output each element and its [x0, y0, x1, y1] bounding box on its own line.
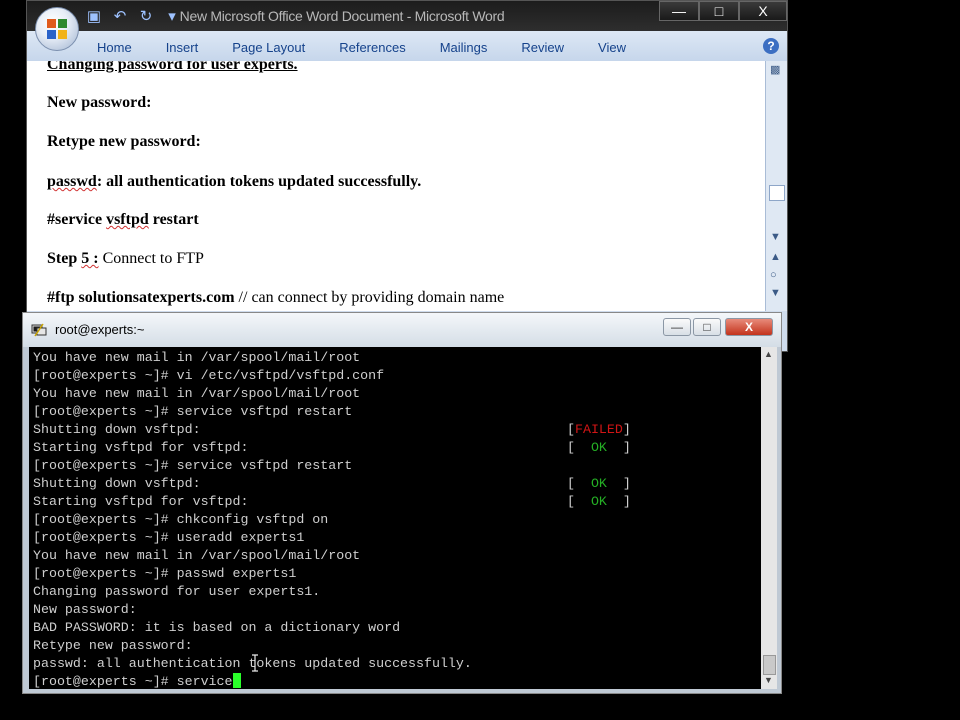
scroll-up-arrow-icon[interactable]: ▲ — [764, 349, 773, 359]
scroll-down-arrow-icon[interactable]: ▼ — [764, 675, 773, 685]
tab-page-layout[interactable]: Page Layout — [232, 40, 305, 55]
doc-line: Retype new password: — [47, 133, 201, 150]
terminal-line: [root@experts ~]# service vsftpd restart — [33, 458, 353, 473]
tab-home[interactable]: Home — [97, 40, 132, 55]
doc-word: 5 : — [81, 250, 99, 267]
word-titlebar[interactable]: ▣ ↶ ↻ ▾ New Microsoft Office Word Docume… — [27, 1, 787, 31]
doc-comment: // can connect by providing domain name — [234, 289, 505, 306]
doc-word: vsftpd — [106, 211, 149, 228]
doc-text: : all authentication tokens updated succ… — [96, 173, 422, 190]
doc-text: restart — [148, 211, 199, 228]
status-ok: [ OK ] — [567, 440, 631, 455]
status-failed: [FAILED] — [567, 422, 631, 437]
terminal-line: [root@experts ~]# vi /etc/vsftpd/vsftpd.… — [33, 368, 385, 383]
terminal-scrollbar[interactable]: ▲ ▼ — [761, 347, 777, 689]
terminal-line: Shutting down vsftpd: — [33, 476, 201, 491]
doc-line: New password: — [47, 94, 152, 111]
maximize-button[interactable]: □ — [693, 318, 721, 336]
doc-line: #ftp solutionsatexperts.com // can conne… — [47, 289, 504, 307]
terminal-line: [root@experts ~]# passwd experts1 — [33, 566, 297, 581]
tab-references[interactable]: References — [339, 40, 405, 55]
terminal-line: Shutting down vsftpd: — [33, 422, 201, 437]
doc-text: #ftp solutionsatexperts.com — [47, 289, 235, 306]
tab-mailings[interactable]: Mailings — [440, 40, 488, 55]
previous-page-icon[interactable]: ▲ — [770, 251, 781, 263]
terminal-line: Changing password for user experts1. — [33, 584, 321, 599]
terminal-line: New password: — [33, 602, 137, 617]
terminal-window: root@experts:~ — □ X You have new mail i… — [22, 312, 782, 694]
next-page-icon[interactable]: ▼ — [770, 287, 781, 299]
putty-icon — [31, 323, 47, 337]
mouse-ibeam-cursor-icon — [252, 654, 258, 672]
tab-review[interactable]: Review — [521, 40, 564, 55]
terminal-line: [root@experts ~]# useradd experts1 — [33, 530, 305, 545]
close-button[interactable]: X — [725, 318, 773, 336]
status-ok: [ OK ] — [567, 494, 631, 509]
terminal-line: Starting vsftpd for vsftpd: — [33, 494, 249, 509]
ribbon-tabs-bar: Home Insert Page Layout References Maili… — [27, 31, 787, 62]
tab-insert[interactable]: Insert — [166, 40, 199, 55]
terminal-line: BAD PASSWORD: it is based on a dictionar… — [33, 620, 401, 635]
terminal-line: [root@experts ~]# chkconfig vsftpd on — [33, 512, 329, 527]
terminal-line: You have new mail in /var/spool/mail/roo… — [33, 350, 361, 365]
close-button[interactable]: X — [739, 1, 787, 21]
office-logo-icon — [47, 19, 67, 39]
minimize-button[interactable]: — — [659, 1, 699, 21]
doc-text: #service — [47, 211, 107, 228]
status-ok: [ OK ] — [567, 476, 631, 491]
terminal-line: You have new mail in /var/spool/mail/roo… — [33, 386, 361, 401]
terminal-line: You have new mail in /var/spool/mail/roo… — [33, 548, 361, 563]
tab-view[interactable]: View — [598, 40, 626, 55]
doc-word: passwd — [47, 173, 97, 190]
terminal-titlebar[interactable]: root@experts:~ — □ X — [23, 313, 781, 347]
doc-line: passwd: all authentication tokens update… — [47, 173, 421, 191]
scroll-thumb[interactable] — [763, 655, 776, 675]
doc-line: Step 5 : Connect to FTP — [47, 250, 204, 268]
doc-text: Connect to FTP — [98, 250, 204, 267]
terminal-line: Starting vsftpd for vsftpd: — [33, 440, 249, 455]
window-title: New Microsoft Office Word Document - Mic… — [179, 8, 505, 24]
word-window: ▣ ↶ ↻ ▾ New Microsoft Office Word Docume… — [26, 0, 788, 352]
terminal-line: [root@experts ~]# service vsftpd restart — [33, 404, 353, 419]
doc-line: #service vsftpd restart — [47, 211, 199, 229]
maximize-button[interactable]: □ — [699, 1, 739, 21]
scroll-down-arrow-icon[interactable]: ▼ — [770, 231, 781, 243]
doc-text: Step — [47, 250, 82, 267]
document-page[interactable]: Changing password for user experts. New … — [27, 61, 765, 311]
scroll-thumb[interactable] — [769, 185, 785, 201]
help-icon[interactable]: ? — [763, 38, 779, 54]
minimize-button[interactable]: — — [663, 318, 691, 336]
terminal-screen[interactable]: You have new mail in /var/spool/mail/roo… — [29, 347, 761, 689]
ruler-toggle-icon[interactable]: ▩ — [770, 63, 780, 76]
terminal-prompt-line[interactable]: [root@experts ~]# service — [33, 673, 241, 689]
terminal-title: root@experts:~ — [55, 322, 145, 337]
terminal-prompt: [root@experts ~]# service — [33, 674, 233, 689]
vertical-scrollbar[interactable]: ▩ ▼ ▲ ○ ▼ — [765, 61, 787, 311]
browse-object-icon[interactable]: ○ — [770, 269, 777, 281]
office-button[interactable] — [35, 7, 79, 51]
terminal-line: Retype new password: — [33, 638, 193, 653]
doc-line: Changing password for user experts. — [47, 61, 298, 73]
text-cursor — [232, 673, 241, 688]
